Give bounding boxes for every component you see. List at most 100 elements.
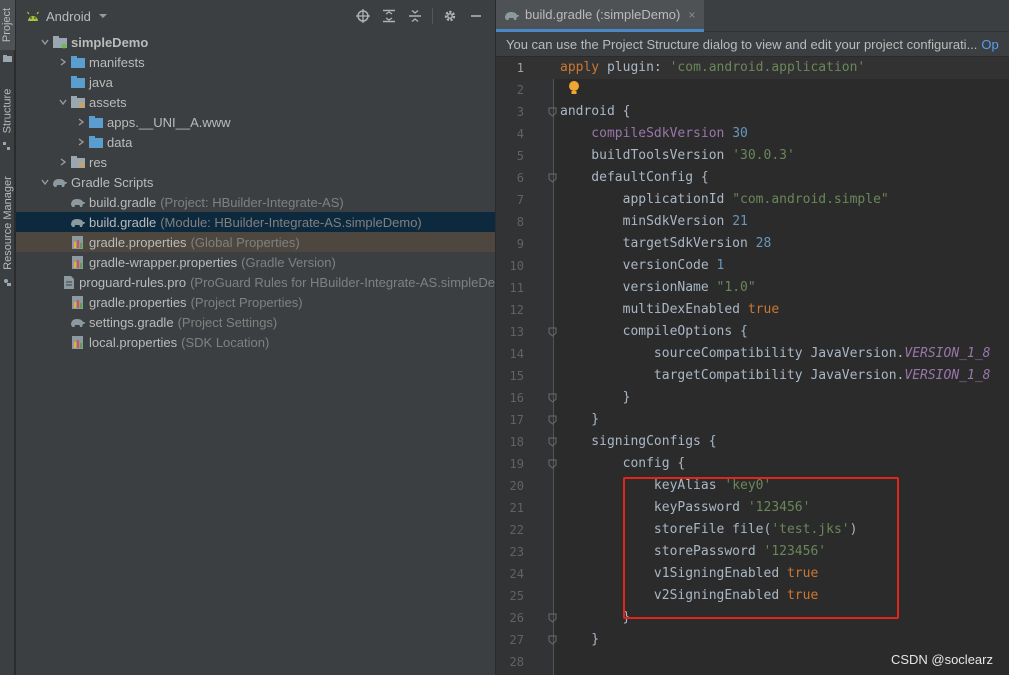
fold-marker-icon[interactable]: [548, 459, 557, 469]
code-token: storeFile file(: [560, 522, 772, 537]
code-token: true: [786, 588, 819, 603]
code-text: apply plugin: 'com.android.application': [560, 57, 865, 79]
code-token: versionCode: [560, 258, 717, 273]
fold-marker-icon[interactable]: [548, 437, 557, 447]
fold-marker-icon[interactable]: [548, 635, 557, 645]
code-token: targetSdkVersion: [560, 236, 756, 251]
code-line: 10 versionCode 1: [496, 255, 1009, 277]
tree-arrow-spacer: [56, 72, 70, 92]
close-tab-icon[interactable]: ×: [688, 8, 695, 22]
project-tool-tab[interactable]: Project: [0, 0, 15, 50]
tree-item-label: settings.gradle: [89, 314, 174, 330]
fold-marker-icon[interactable]: [548, 415, 557, 425]
tree-item[interactable]: apps.__UNI__A.www: [16, 112, 495, 132]
resource-manager-tool-tab[interactable]: Resource Manager: [0, 170, 15, 275]
line-number: 28: [509, 655, 524, 669]
tree-item-label: build.gradle: [89, 194, 157, 210]
tree-item-label: data: [107, 134, 133, 150]
fold-marker-icon[interactable]: [548, 613, 557, 623]
chevron-right-icon[interactable]: [74, 112, 88, 132]
tree-item[interactable]: gradle.properties (Global Properties): [16, 232, 495, 252]
fold-marker-icon[interactable]: [548, 173, 557, 183]
code-token: compileOptions {: [560, 324, 748, 339]
code-line: 18 signingConfigs {: [496, 431, 1009, 453]
code-text: targetSdkVersion 28: [560, 233, 772, 255]
tree-item[interactable]: java: [16, 72, 495, 92]
fold-marker-icon[interactable]: [548, 327, 557, 337]
gear-icon: [444, 10, 456, 22]
line-number: 9: [516, 237, 524, 251]
code-line: 19 config {: [496, 453, 1009, 475]
code-token: VERSION_1_8: [904, 368, 991, 383]
code-text: }: [560, 607, 631, 629]
locate-button[interactable]: [350, 4, 376, 28]
tree-item-label: res: [89, 154, 108, 170]
tree-item[interactable]: manifests: [16, 52, 495, 72]
tree-item[interactable]: settings.gradle (Project Settings): [16, 312, 495, 332]
chevron-right-icon[interactable]: [74, 132, 88, 152]
code-line: 25 v2SigningEnabled true: [496, 585, 1009, 607]
tree-item[interactable]: assets: [16, 92, 495, 112]
structure-icon: [3, 142, 10, 150]
tree-item[interactable]: data: [16, 132, 495, 152]
tree-item-label: gradle-wrapper.properties: [89, 254, 238, 270]
tree-item-label: assets: [89, 94, 127, 110]
tree-item[interactable]: build.gradle (Project: HBuilder-Integrate…: [16, 192, 495, 212]
view-selector[interactable]: Android: [46, 9, 91, 24]
line-number: 5: [516, 149, 524, 163]
code-token: "com.android.simple": [732, 192, 889, 207]
line-number: 14: [509, 347, 524, 361]
properties-icon: [70, 254, 86, 270]
code-line: 22 storeFile file('test.jks'): [496, 519, 1009, 541]
folder-icon: [70, 54, 86, 70]
banner-open-link[interactable]: Op: [981, 37, 998, 52]
structure-tool-tab[interactable]: Structure: [0, 80, 15, 142]
hide-panel-button[interactable]: [463, 4, 489, 28]
tree-item[interactable]: gradle-wrapper.properties (Gradle Version…: [16, 252, 495, 272]
tree-arrow-spacer: [56, 212, 70, 232]
android-icon: [27, 11, 39, 21]
tree-arrow-spacer: [56, 312, 70, 332]
line-number: 1: [516, 61, 524, 75]
code-text: storeFile file('test.jks'): [560, 519, 858, 541]
code-token: config {: [560, 456, 686, 471]
chevron-down-icon[interactable]: [38, 32, 52, 52]
properties-icon: [70, 294, 86, 310]
tree-arrow-spacer: [56, 192, 70, 212]
tree-item[interactable]: simpleDemo: [16, 32, 495, 52]
fold-marker-icon[interactable]: [548, 393, 557, 403]
code-line: 20 keyAlias 'key0': [496, 475, 1009, 497]
tree-item[interactable]: gradle.properties (Project Properties): [16, 292, 495, 312]
code-text: keyPassword '123456': [560, 497, 811, 519]
chevron-right-icon[interactable]: [56, 152, 70, 172]
gradle-elephant-icon: [505, 11, 519, 20]
code-token: compileSdkVersion: [560, 126, 733, 141]
gradle-icon: [70, 194, 86, 210]
tree-item[interactable]: build.gradle (Module: HBuilder-Integrate-…: [16, 212, 495, 232]
tree-item[interactable]: proguard-rules.pro (ProGuard Rules for HB…: [16, 272, 495, 292]
chevron-down-icon[interactable]: [56, 92, 70, 112]
code-token: applicationId: [560, 192, 733, 207]
code-editor[interactable]: 1 apply plugin: 'com.android.application'…: [496, 57, 1009, 675]
line-number: 4: [516, 127, 524, 141]
editor-tab-build-gradle[interactable]: build.gradle (:simpleDemo) ×: [496, 0, 704, 32]
line-number: 18: [509, 435, 524, 449]
tree-item[interactable]: res: [16, 152, 495, 172]
code-token: 1: [716, 258, 725, 273]
chevron-right-icon[interactable]: [56, 52, 70, 72]
code-line: 17 }: [496, 409, 1009, 431]
expand-all-button[interactable]: [376, 4, 402, 28]
code-token: 'com.android.application': [669, 60, 866, 75]
line-number: 19: [509, 457, 524, 471]
project-tool-tab-label: Project: [1, 7, 14, 43]
editor-area: build.gradle (:simpleDemo) × You can use…: [496, 0, 1009, 675]
tree-item[interactable]: Gradle Scripts: [16, 172, 495, 192]
lightbulb-icon[interactable]: [567, 80, 581, 96]
chevron-down-icon[interactable]: [97, 10, 109, 22]
collapse-all-button[interactable]: [402, 4, 428, 28]
tree-item-label: gradle.properties: [89, 234, 187, 250]
chevron-down-icon[interactable]: [38, 172, 52, 192]
fold-marker-icon[interactable]: [548, 107, 557, 117]
tree-item[interactable]: local.properties (SDK Location): [16, 332, 495, 352]
settings-button[interactable]: [437, 4, 463, 28]
